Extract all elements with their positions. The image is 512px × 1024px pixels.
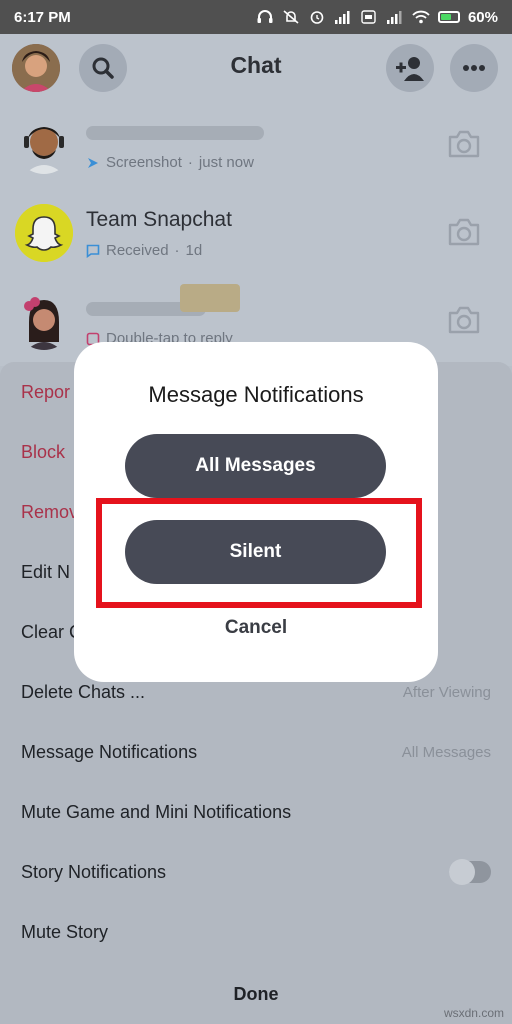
add-friend-icon [396,57,424,81]
chat-status: Received · 1d [86,242,202,259]
chat-status-text: Screenshot [106,154,182,171]
chat-header: Chat [0,34,512,102]
status-bar: 6:17 PM 60% [0,0,512,34]
camera-icon[interactable] [446,216,482,248]
button-label: All Messages [195,455,316,476]
chat-time: 1d [185,242,203,259]
sheet-item-label: Edit N [21,561,71,582]
screenshot-icon [88,157,98,168]
dialog-title: Message Notifications [148,382,364,407]
story-notifications-item[interactable]: Story Notifications [0,842,512,902]
chat-time: just now [198,154,254,171]
snapchat-ghost-icon [15,204,73,262]
story-notifications-toggle[interactable] [449,859,491,885]
wifi-icon [412,10,430,24]
camera-icon[interactable] [446,128,482,160]
signal-icon-2 [386,11,402,24]
page-title: Chat [230,52,282,78]
sheet-item-value: All Messages [401,743,491,761]
all-messages-button[interactable]: All Messages [125,434,386,498]
chat-status-text: Received [106,242,169,259]
mute-story-item[interactable]: Mute Story [0,902,512,962]
sheet-item-label: Mute Game and Mini Notifications [21,801,292,822]
volte-icon [361,10,376,24]
battery-icon [437,11,460,23]
sheet-item-label: Delete Chats ... [21,681,146,702]
done-label: Done [233,983,279,1004]
cancel-button[interactable]: Cancel [74,617,438,639]
highlight-box [96,498,422,608]
more-icon [463,65,485,71]
sheet-item-value: After Viewing [402,683,491,701]
received-chat-icon [86,244,100,258]
sheet-item-label: Message Notifications [21,741,198,762]
more-options-button[interactable] [450,44,498,92]
notifications-muted-icon [283,10,299,24]
add-friend-button[interactable] [386,44,434,92]
alarm-icon [310,11,324,24]
chat-name-redacted [86,126,264,140]
separator: · [174,242,180,259]
friend-avatar [15,116,73,174]
watermark: wsxdn.com [443,1006,504,1020]
camera-icon[interactable] [446,304,482,336]
chat-row[interactable]: Screenshot · just now [0,102,512,190]
sheet-item-label: Story Notifications [21,861,167,882]
team-snapchat-avatar [15,204,73,262]
separator: · [187,154,193,171]
chat-row[interactable]: Team Snapchat Received · 1d [0,190,512,278]
status-time: 6:17 PM [14,8,71,26]
bitmoji-avatar-icon [15,116,73,174]
message-notifications-item[interactable]: Message Notifications All Messages [0,722,512,782]
headphones-icon [257,10,273,23]
signal-icon [334,11,350,24]
sheet-item-label: Block [21,441,66,462]
sheet-item-label: Clear C [21,621,83,642]
battery-percent: 60% [467,8,498,26]
chat-name: Team Snapchat [86,208,232,231]
chat-status: Screenshot · just now [86,154,254,171]
sheet-item-label: Remov [21,501,79,522]
chat-name-redacted [180,284,240,312]
bitmoji-avatar-icon [15,292,73,350]
mute-game-notifications-item[interactable]: Mute Game and Mini Notifications [0,782,512,842]
status-icons: 60% [256,9,498,26]
sheet-item-label: Mute Story [21,921,109,942]
friend-avatar [15,292,73,350]
sheet-item-label: Repor [21,381,71,402]
done-button[interactable]: Done [0,964,512,1024]
